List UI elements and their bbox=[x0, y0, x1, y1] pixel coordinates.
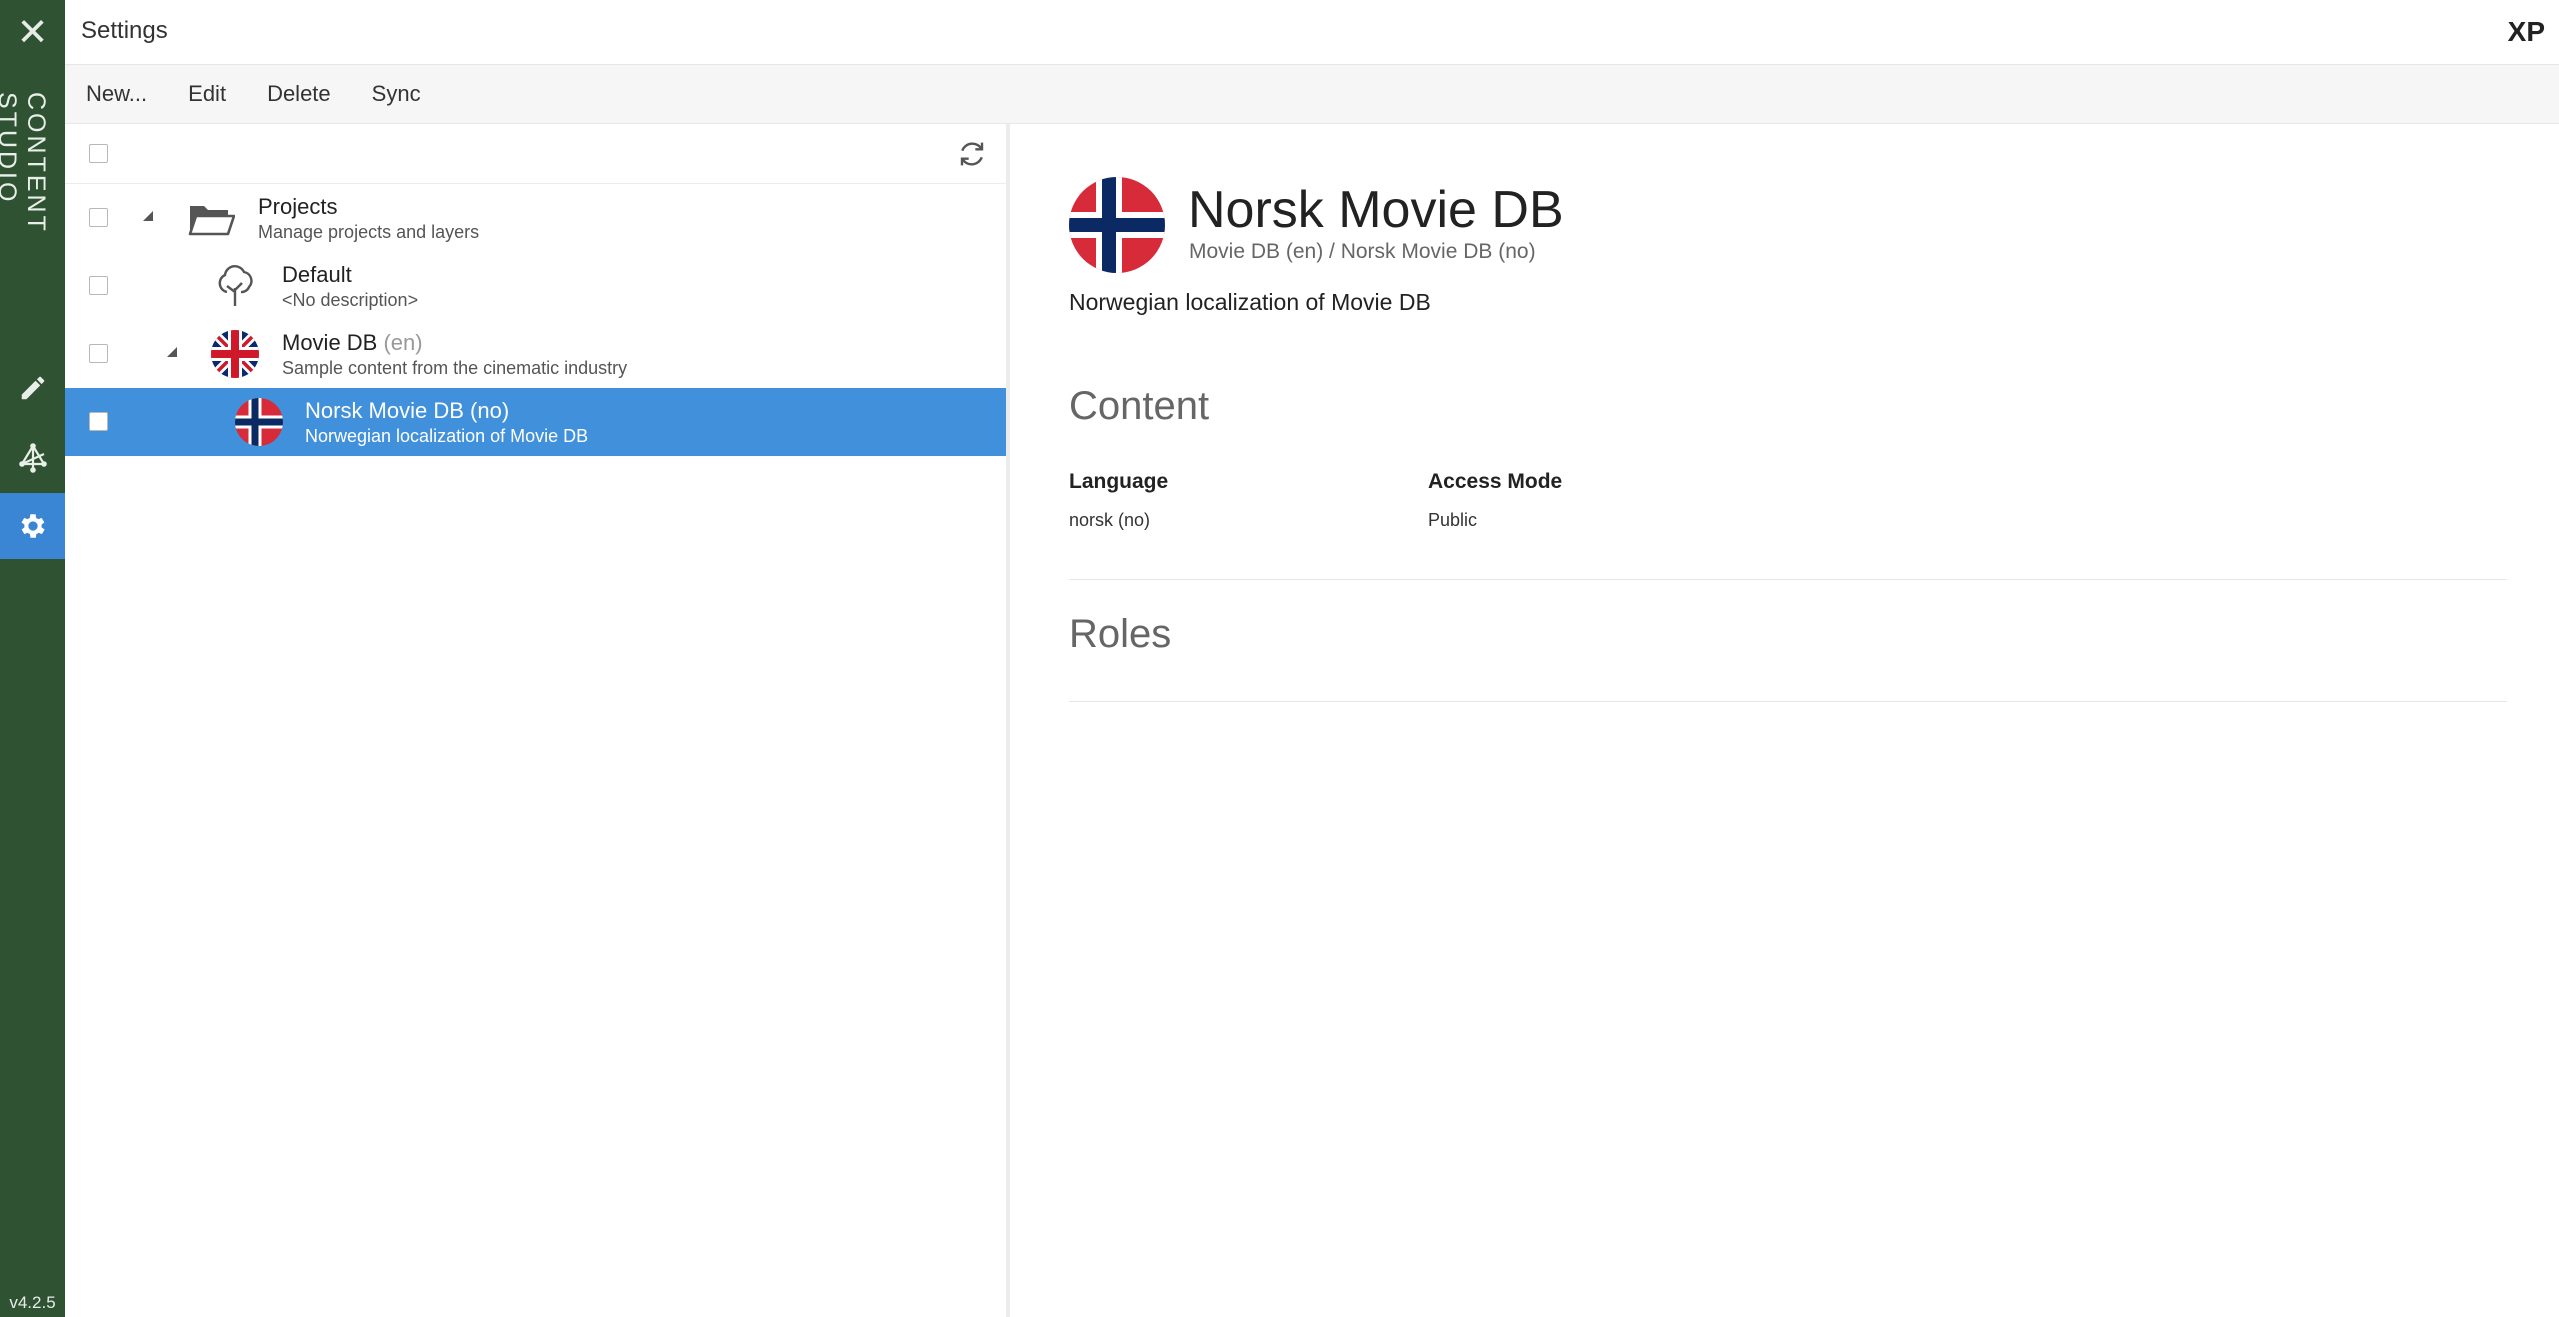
tree-icon bbox=[218, 265, 253, 306]
sync-button[interactable]: Sync bbox=[372, 81, 421, 107]
divider bbox=[1069, 579, 2507, 580]
row-name-text: Default bbox=[282, 262, 352, 287]
roles-heading: Roles bbox=[1069, 612, 1172, 656]
toolbar: New... Edit Delete Sync bbox=[65, 65, 2559, 124]
row-name: Default bbox=[282, 262, 352, 288]
row-name-text: Norsk Movie DB bbox=[305, 398, 464, 423]
pencil-icon bbox=[21, 376, 44, 400]
row-name-text: Movie DB bbox=[282, 330, 378, 355]
tree-row-movie-db[interactable]: Movie DB (en) Sample content from the ci… bbox=[65, 320, 1006, 388]
refresh-icon[interactable] bbox=[956, 138, 988, 170]
row-description: Norwegian localization of Movie DB bbox=[305, 426, 589, 446]
project-title: Norsk Movie DB bbox=[1188, 181, 1564, 239]
projects-tree: Projects Manage projects and layers Defa… bbox=[65, 124, 1010, 1317]
xp-logo[interactable]: XP bbox=[2508, 16, 2545, 48]
row-description: Sample content from the cinematic indust… bbox=[282, 358, 628, 378]
language-value: norsk (no) bbox=[1069, 510, 1151, 530]
row-language: (no) bbox=[470, 398, 510, 423]
row-description: <No description> bbox=[282, 290, 419, 310]
app-title: CONTENT STUDIO bbox=[0, 92, 50, 234]
access-mode-value: Public bbox=[1428, 510, 1478, 530]
row-name: Norsk Movie DB (no) bbox=[305, 398, 509, 424]
norway-flag-icon bbox=[235, 398, 283, 446]
tree-row-projects[interactable]: Projects Manage projects and layers bbox=[65, 184, 1006, 252]
gear-icon bbox=[21, 514, 45, 538]
content-studio-edit-button[interactable] bbox=[0, 355, 65, 421]
row-language: (en) bbox=[383, 330, 423, 355]
project-description: Norwegian localization of Movie DB bbox=[1069, 289, 1431, 315]
close-icon[interactable]: ✕ bbox=[0, 0, 65, 65]
row-checkbox[interactable] bbox=[89, 412, 108, 431]
row-checkbox[interactable] bbox=[89, 208, 108, 227]
language-label: Language bbox=[1069, 470, 1169, 493]
page-title: Settings bbox=[81, 17, 168, 44]
edit-button[interactable]: Edit bbox=[188, 81, 226, 107]
app-rail: ✕ CONTENT STUDIO v4.2.5 bbox=[0, 0, 65, 1317]
row-name: Movie DB (en) bbox=[282, 330, 423, 356]
folder-icon bbox=[188, 206, 235, 236]
divider bbox=[1069, 701, 2507, 702]
select-all-checkbox[interactable] bbox=[89, 144, 108, 163]
tree-row-norsk-movie-db[interactable]: Norsk Movie DB (no) Norwegian localizati… bbox=[65, 388, 1006, 456]
new-button[interactable]: New... bbox=[86, 81, 147, 107]
settings-button[interactable] bbox=[0, 493, 65, 559]
details-panel: Norsk Movie DB Movie DB (en) / Norsk Mov… bbox=[1014, 124, 2559, 1317]
uk-flag-icon bbox=[211, 330, 259, 378]
collapse-toggle-icon[interactable] bbox=[143, 211, 153, 221]
tree-row-default[interactable]: Default <No description> bbox=[65, 252, 1006, 320]
norway-flag-icon bbox=[1069, 177, 1165, 273]
row-name-text: Projects bbox=[258, 194, 338, 219]
row-name: Projects bbox=[258, 194, 337, 220]
graph-button[interactable] bbox=[0, 425, 65, 491]
row-checkbox[interactable] bbox=[89, 276, 108, 295]
access-mode-label: Access Mode bbox=[1428, 470, 1563, 493]
header: Settings XP bbox=[65, 0, 2559, 65]
collapse-toggle-icon[interactable] bbox=[167, 347, 177, 357]
project-path: Movie DB (en) / Norsk Movie DB (no) bbox=[1189, 240, 1536, 263]
content-heading: Content bbox=[1069, 384, 1210, 428]
delete-button[interactable]: Delete bbox=[267, 81, 331, 107]
version-label: v4.2.5 bbox=[9, 1293, 56, 1312]
row-description: Manage projects and layers bbox=[258, 222, 480, 242]
row-checkbox[interactable] bbox=[89, 344, 108, 363]
graph-icon bbox=[18, 443, 47, 473]
tree-header bbox=[65, 124, 1006, 184]
